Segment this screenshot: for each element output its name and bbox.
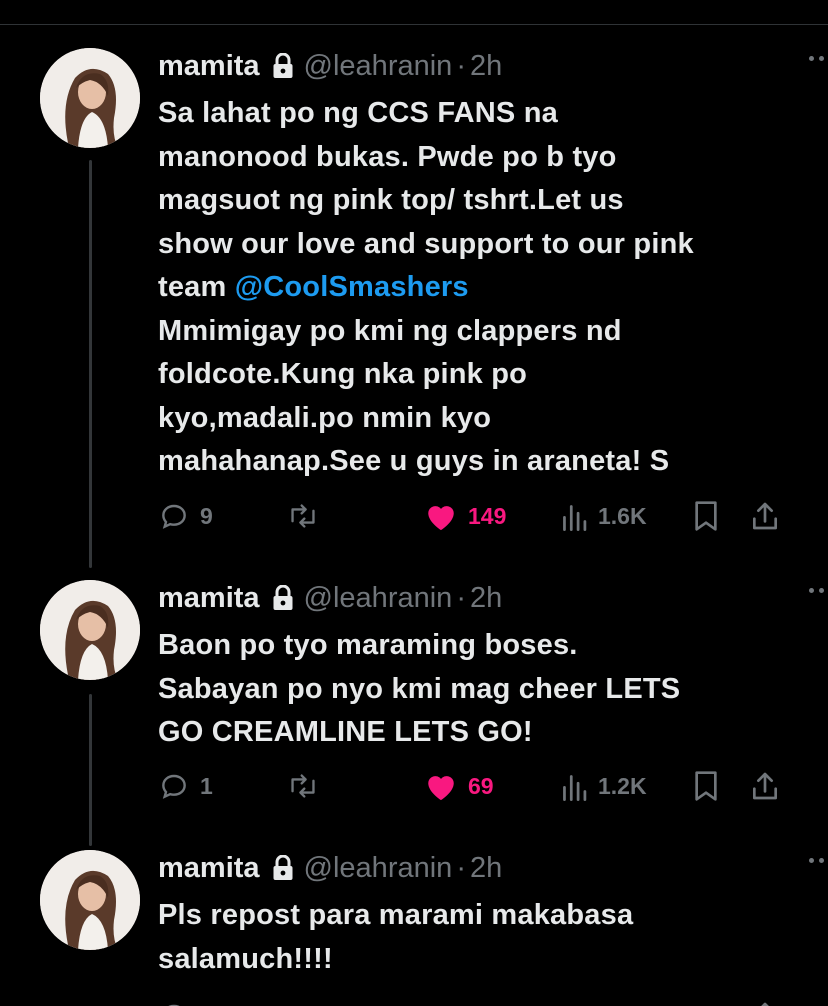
handle[interactable]: @leahranin [304,852,453,885]
post-header: mamita @leahranin · 2h [158,48,788,84]
display-name[interactable]: mamita [158,852,260,885]
heart-icon [428,506,454,531]
bookmark-button[interactable] [692,770,720,802]
post-text: Pls repost para marami makabasa salamuch… [158,894,788,981]
avatar[interactable] [40,580,140,680]
handle[interactable]: @leahranin [304,582,453,615]
share-button[interactable] [750,770,780,802]
post-text-part: Baon po tyo maraming boses. Sabayan po n… [158,629,681,748]
views-button[interactable]: 1.6K [560,501,647,531]
reply-count: 1 [200,772,213,799]
reply-button[interactable]: 1 [158,770,213,802]
separator: · [456,581,466,614]
timestamp[interactable]: 2h [470,582,502,615]
share-button[interactable] [750,500,780,532]
views-button[interactable]: 1.2K [560,771,647,801]
post-text-part: Mmimigay po kmi ng clappers nd foldcote.… [158,314,670,478]
post-text: Baon po tyo maraming boses. Sabayan po n… [158,624,788,755]
views-icon [563,505,587,531]
top-divider [0,24,828,25]
like-button[interactable] [424,1000,458,1006]
thread-view: mamita @leahranin · 2h Sa lahat po ng CC… [0,0,828,1006]
reply-button[interactable] [158,1000,190,1006]
separator: · [456,851,466,884]
like-count: 69 [468,772,494,799]
mention-link[interactable]: @CoolSmashers [235,271,469,303]
more-options-icon[interactable] [809,858,828,863]
repost-icon [291,774,315,798]
bookmark-button[interactable] [692,500,720,532]
more-options-icon[interactable] [809,588,828,593]
share-button[interactable] [750,1000,780,1006]
repost-button[interactable] [286,770,330,802]
display-name[interactable]: mamita [158,582,260,615]
share-icon [753,502,778,530]
thread-connector-line [89,694,92,846]
reply-icon [162,774,186,799]
post-text: Sa lahat po ng CCS FANS na manonood buka… [158,92,788,484]
reply-icon [162,504,186,529]
lock-icon [272,53,294,79]
reply-icon [168,1004,180,1006]
view-count: 1.6K [598,502,647,529]
post-header: mamita @leahranin · 2h [158,580,788,616]
share-icon [761,1002,769,1006]
avatar[interactable] [40,850,140,950]
repost-icon [291,504,315,528]
avatar-image [40,48,140,148]
thread-connector-line [89,160,92,568]
repost-button[interactable] [286,500,330,532]
action-bar [158,996,798,1006]
reply-count: 9 [200,502,213,529]
avatar-image [40,580,140,680]
like-button[interactable]: 69 [424,770,494,802]
avatar[interactable] [40,48,140,148]
timestamp[interactable]: 2h [470,852,502,885]
like-count: 149 [468,502,507,529]
heart-icon [424,1000,458,1006]
heart-icon [428,776,454,801]
share-icon [753,772,778,800]
bookmark-icon [695,501,717,531]
lock-icon [272,855,294,881]
views-icon [563,775,587,801]
handle[interactable]: @leahranin [304,50,453,83]
timestamp[interactable]: 2h [470,50,502,83]
avatar-image [40,850,140,950]
post-header: mamita @leahranin · 2h [158,850,788,886]
post-text-part: Pls repost para marami makabasa salamuch… [158,899,634,975]
action-bar: 1 69 1.2K [158,766,798,806]
reply-button[interactable]: 9 [158,500,213,532]
separator: · [456,49,466,82]
bookmark-icon [695,771,717,801]
lock-icon [272,585,294,611]
display-name[interactable]: mamita [158,50,260,83]
like-button[interactable]: 149 [424,500,506,532]
more-options-icon[interactable] [809,56,828,61]
action-bar: 9 149 1.6K [158,496,798,536]
view-count: 1.2K [598,772,647,799]
